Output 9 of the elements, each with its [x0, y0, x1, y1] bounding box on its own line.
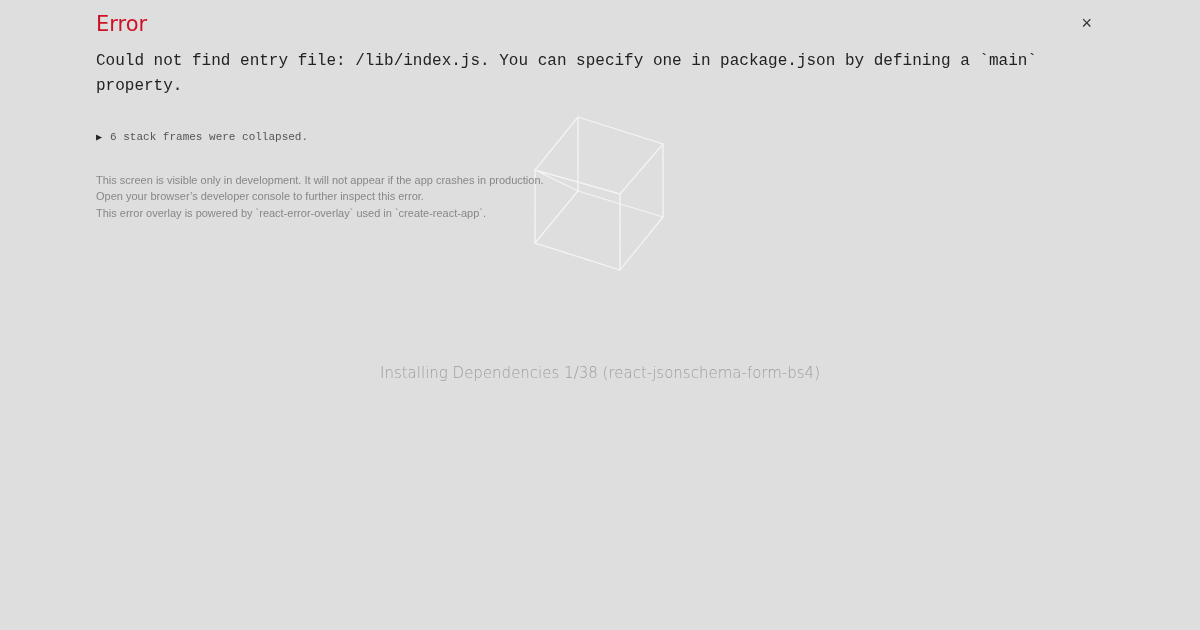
close-button[interactable]: × [1077, 14, 1096, 32]
footer-note: This error overlay is powered by `react-error-overlay` used in `create-react-app`. [96, 205, 488, 221]
expand-icon[interactable]: ▶ [96, 129, 103, 145]
footer-note: Open your browser’s developer console to further inspect this error. [96, 189, 425, 204]
error-title: Error [96, 11, 148, 38]
footer-note: This screen is visible only in development. It will not appear if the app crashes in production. [96, 172, 545, 188]
error-message: Could not find entry file: /lib/index.js. You can specify one in package.json by defining a `main` property. [96, 51, 1038, 97]
loading-status: Installing Dependencies 1/38 (react-jsonschema-form-bs4) [380, 363, 820, 384]
collapsed-frames-toggle[interactable]: 6 stack frames were collapsed. [110, 129, 309, 146]
